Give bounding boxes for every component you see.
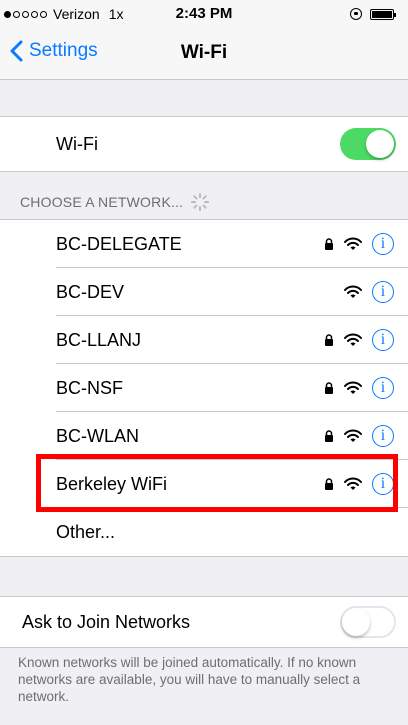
network-icons: i — [324, 329, 394, 351]
ask-join-row: Ask to Join Networks — [0, 597, 408, 647]
wifi-signal-icon — [344, 429, 362, 443]
lock-icon — [324, 238, 334, 250]
network-name: BC-WLAN — [56, 425, 140, 446]
wifi-toggle[interactable] — [340, 128, 396, 160]
status-bar: Verizon 1x 2:43 PM — [0, 0, 408, 30]
section-header-label: CHOOSE A NETWORK... — [20, 194, 184, 210]
other-network-label: Other... — [56, 521, 116, 542]
wifi-toggle-group: Wi-Fi — [0, 116, 408, 172]
status-time: 2:43 PM — [175, 5, 233, 22]
network-icons: i — [324, 425, 394, 447]
lock-icon — [324, 382, 334, 394]
network-name: BC-NSF — [56, 377, 123, 398]
network-row[interactable]: BC-DELEGATE i — [0, 220, 408, 268]
highlight-box — [36, 454, 398, 512]
wifi-label: Wi-Fi — [56, 133, 98, 154]
info-button[interactable]: i — [372, 425, 394, 447]
info-button[interactable]: i — [372, 377, 394, 399]
network-row[interactable]: BC-WLAN i — [0, 412, 408, 460]
ask-join-toggle[interactable] — [340, 606, 396, 638]
status-right — [350, 8, 396, 20]
network-name: BC-DELEGATE — [56, 233, 182, 254]
network-row[interactable]: BC-DEV i — [0, 268, 408, 316]
info-button[interactable]: i — [372, 233, 394, 255]
network-row[interactable]: BC-NSF i — [0, 364, 408, 412]
rotation-lock-icon — [350, 8, 362, 20]
wifi-toggle-row: Wi-Fi — [0, 117, 408, 171]
lock-icon — [324, 430, 334, 442]
network-row[interactable]: BC-LLANJ i — [0, 316, 408, 364]
other-network-row[interactable]: Other... — [0, 508, 408, 556]
wifi-signal-icon — [344, 237, 362, 251]
wifi-signal-icon — [344, 381, 362, 395]
battery-icon — [370, 8, 396, 20]
network-name: BC-LLANJ — [56, 329, 142, 350]
wifi-signal-icon — [344, 333, 362, 347]
footer-description: Known networks will be joined automatica… — [18, 655, 361, 704]
page-title: Wi-Fi — [180, 42, 228, 63]
network-icons: i — [324, 233, 394, 255]
network-icons: i — [344, 281, 394, 303]
loading-spinner-icon — [191, 193, 210, 211]
info-button[interactable]: i — [372, 281, 394, 303]
wifi-signal-icon — [344, 285, 362, 299]
network-name: BC-DEV — [56, 281, 125, 302]
section-header: CHOOSE A NETWORK... — [20, 193, 210, 211]
nav-bar: Settings Wi-Fi — [0, 30, 408, 80]
lock-icon — [324, 334, 334, 346]
network-icons: i — [324, 377, 394, 399]
info-button[interactable]: i — [372, 329, 394, 351]
ask-join-group: Ask to Join Networks — [0, 596, 408, 648]
ask-join-label: Ask to Join Networks — [22, 611, 191, 632]
